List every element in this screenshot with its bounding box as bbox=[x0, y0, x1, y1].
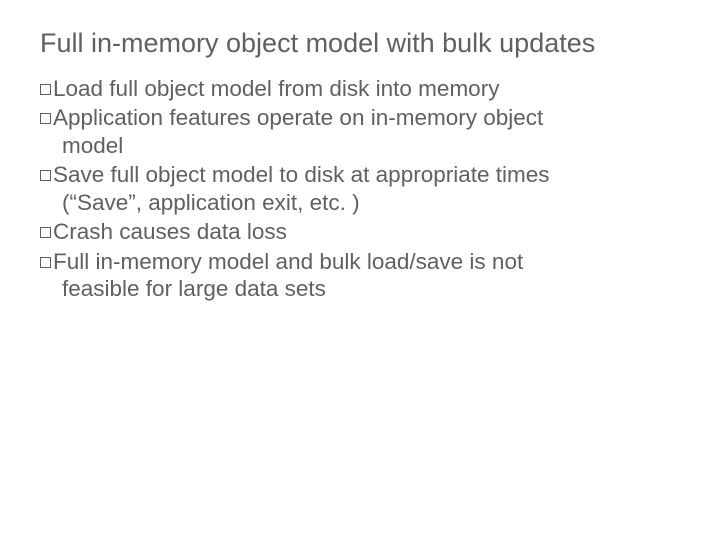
bullet-text: Crash causes data loss bbox=[53, 219, 287, 244]
square-bullet-icon bbox=[40, 170, 51, 181]
slide-title: Full in-memory object model with bulk up… bbox=[40, 28, 680, 59]
bullet-list: Load full object model from disk into me… bbox=[40, 75, 680, 303]
bullet-text: Full in-memory model and bulk load/save … bbox=[53, 249, 523, 274]
bullet-text: Save full object model to disk at approp… bbox=[53, 162, 550, 187]
bullet-text-cont: model bbox=[40, 132, 680, 159]
bullet-text: Load full object model from disk into me… bbox=[53, 76, 499, 101]
square-bullet-icon bbox=[40, 113, 51, 124]
bullet-text-cont: (“Save”, application exit, etc. ) bbox=[40, 189, 680, 216]
list-item: Crash causes data loss bbox=[40, 218, 680, 245]
list-item: Load full object model from disk into me… bbox=[40, 75, 680, 102]
square-bullet-icon bbox=[40, 84, 51, 95]
list-item: Save full object model to disk at approp… bbox=[40, 161, 680, 216]
square-bullet-icon bbox=[40, 227, 51, 238]
bullet-text: Application features operate on in-memor… bbox=[53, 105, 543, 130]
square-bullet-icon bbox=[40, 257, 51, 268]
slide: Full in-memory object model with bulk up… bbox=[0, 0, 720, 540]
bullet-text-cont: feasible for large data sets bbox=[40, 275, 680, 302]
list-item: Full in-memory model and bulk load/save … bbox=[40, 248, 680, 303]
list-item: Application features operate on in-memor… bbox=[40, 104, 680, 159]
